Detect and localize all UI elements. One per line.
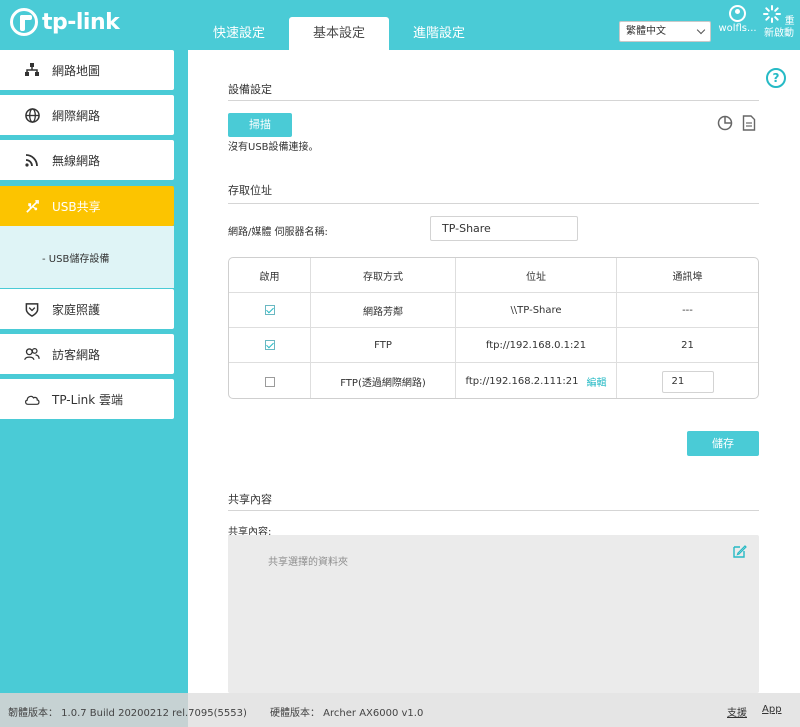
shared-content-box[interactable]: 共享選擇的資料夾 [228, 535, 759, 693]
tp-link-logo-icon [10, 8, 38, 36]
sidebar-item-label: 無線網路 [52, 153, 101, 168]
sidebar: 網路地圖 網際網路 無線網路 USB共享 - USB儲存設備 家庭照護 訪客網路 [0, 50, 188, 693]
sidebar-item-label: 家庭照護 [52, 302, 101, 317]
method-cell: FTP(透過網際網路) [311, 363, 456, 398]
column-header: 通訊埠 [672, 271, 703, 283]
language-select[interactable]: 繁體中文 [619, 21, 711, 42]
sidebar-item-wireless[interactable]: 無線網路 [0, 140, 174, 180]
divider [228, 203, 759, 204]
wireless-icon [24, 152, 40, 168]
sidebar-item-label: 網際網路 [52, 108, 101, 123]
enable-cell [229, 328, 311, 362]
tp-link-logo: tp-link [10, 8, 120, 36]
footer: 韌體版本： 1.0.7 Build 20200212 rel.7095(5553… [0, 693, 800, 727]
enable-cell [229, 293, 311, 327]
sidebar-item-label: TP-Link 雲端 [52, 392, 124, 407]
sidebar-item-internet[interactable]: 網際網路 [0, 95, 174, 135]
cloud-icon [24, 391, 40, 407]
server-name-input[interactable]: TP-Share [430, 216, 578, 241]
shared-content-title: 共享內容 [228, 493, 272, 506]
address-cell: ftp://192.168.2.111:21 編輯 [456, 363, 617, 398]
firmware-version: 韌體版本： 1.0.7 Build 20200212 rel.7095(5553… [8, 708, 247, 719]
access-table: 啟用 存取方式 位址 通訊埠 網路芳鄰 \\TP-Share --- FTP f… [228, 257, 759, 399]
port-input[interactable]: 21 [661, 370, 714, 393]
chevron-down-icon [696, 25, 706, 35]
method-cell: 網路芳鄰 [311, 293, 456, 327]
support-link[interactable]: 支援 [727, 704, 747, 719]
account-button[interactable]: wolfls... [715, 5, 760, 34]
divider [228, 510, 759, 511]
column-header: 啟用 [229, 258, 311, 292]
table-header-row: 啟用 存取方式 位址 通訊埠 [229, 258, 758, 293]
tab-basic[interactable]: 基本設定 [289, 17, 389, 50]
help-icon[interactable]: ? [766, 68, 786, 88]
globe-icon [24, 107, 40, 123]
sidebar-item-network-map[interactable]: 網路地圖 [0, 50, 174, 90]
app-link[interactable]: App [762, 704, 782, 715]
server-name-label: 網路/媒體 伺服器名稱: [228, 227, 328, 238]
enable-checkbox[interactable] [264, 305, 275, 315]
sidebar-subitem-usb-storage[interactable]: - USB儲存設備 [0, 226, 174, 288]
logo-text: tp-link [42, 9, 120, 35]
access-address-title: 存取位址 [228, 184, 272, 197]
tab-advanced[interactable]: 進階設定 [389, 17, 489, 50]
main-content: ? 設備設定 掃描 沒有USB設備連接。 存取位址 網路/媒體 伺服器名稱: T… [188, 50, 800, 693]
port-cell: 21 [681, 339, 694, 351]
hardware-version: 硬體版本： Archer AX6000 v1.0 [270, 708, 424, 719]
scan-button[interactable]: 掃描 [228, 113, 292, 137]
enable-cell [229, 363, 311, 398]
enable-checkbox[interactable] [264, 340, 275, 350]
method-cell: FTP [311, 328, 456, 362]
enable-checkbox[interactable] [264, 376, 275, 387]
table-row: FTP(透過網際網路) ftp://192.168.2.111:21 編輯 21 [229, 363, 758, 398]
reboot-button[interactable]: 重新啟動 [761, 5, 797, 40]
sidebar-item-guest-network[interactable]: 訪客網路 [0, 334, 174, 374]
usb-icon [24, 198, 40, 214]
sidebar-item-label: 網路地圖 [52, 63, 101, 78]
address-cell: \\TP-Share [456, 293, 617, 327]
port-cell: 21 [617, 363, 758, 398]
column-header: 存取方式 [311, 258, 456, 292]
sidebar-item-label: 訪客網路 [52, 347, 101, 362]
account-label: wolfls... [718, 23, 757, 34]
table-row: 網路芳鄰 \\TP-Share --- [229, 293, 758, 328]
address-text: ftp://192.168.2.111:21 [465, 376, 579, 387]
language-value: 繁體中文 [626, 26, 666, 37]
account-icon [729, 5, 746, 22]
divider [228, 100, 759, 101]
edit-icon[interactable] [733, 544, 747, 558]
address-cell: ftp://192.168.0.1:21 [456, 328, 617, 362]
column-header: 位址 [456, 258, 617, 292]
network-map-icon [24, 62, 40, 78]
guest-icon [24, 346, 40, 362]
tab-quick-setup[interactable]: 快速設定 [189, 17, 289, 50]
document-icon[interactable] [742, 115, 756, 131]
sidebar-item-usb-sharing[interactable]: USB共享 [0, 186, 174, 226]
header: tp-link 快速設定 基本設定 進階設定 繁體中文 wolfls... 重新… [0, 0, 800, 50]
usb-status-text: 沒有USB設備連接。 [228, 142, 319, 153]
port-cell: --- [682, 304, 693, 316]
save-button[interactable]: 儲存 [687, 431, 759, 456]
shield-icon [24, 301, 40, 317]
chart-pie-icon[interactable] [717, 115, 733, 131]
table-row: FTP ftp://192.168.0.1:21 21 [229, 328, 758, 363]
shared-content-placeholder: 共享選擇的資料夾 [268, 557, 348, 568]
sidebar-item-parental-controls[interactable]: 家庭照護 [0, 289, 174, 329]
reboot-icon [763, 5, 782, 23]
sidebar-item-label: USB共享 [52, 199, 101, 214]
sidebar-subitem-label: - USB儲存設備 [42, 254, 110, 265]
sidebar-item-tplink-cloud[interactable]: TP-Link 雲端 [0, 379, 174, 419]
device-settings-title: 設備設定 [228, 83, 272, 96]
edit-link[interactable]: 編輯 [586, 374, 606, 389]
